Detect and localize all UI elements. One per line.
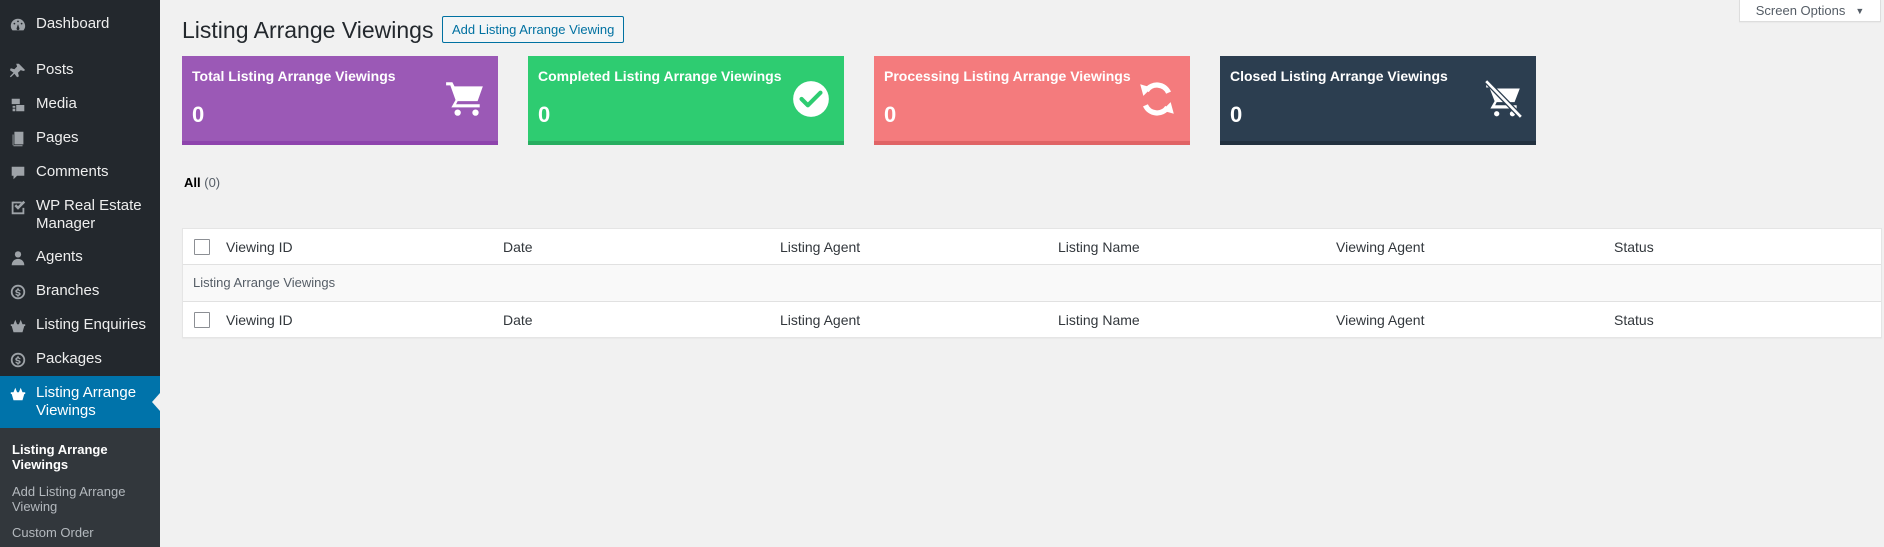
stat-card-completed: Completed Listing Arrange Viewings 0 — [528, 56, 844, 145]
checklist-icon — [0, 197, 36, 216]
sidebar-item-label: Agents — [36, 248, 83, 265]
submenu-item-listing-arrange-viewings[interactable]: Listing Arrange Viewings — [12, 442, 152, 472]
stat-card-processing: Processing Listing Arrange Viewings 0 — [874, 56, 1190, 145]
sidebar-item-comments[interactable]: Comments — [0, 163, 160, 182]
column-header-date[interactable]: Date — [503, 239, 533, 256]
current-menu-arrow — [152, 393, 160, 411]
stat-card-title: Total Listing Arrange Viewings — [192, 68, 396, 84]
status-filter: All (0) — [184, 175, 220, 190]
basket-icon — [0, 316, 36, 335]
sidebar-item-packages[interactable]: Packages — [0, 350, 160, 369]
sidebar-item-label: Posts — [36, 61, 74, 78]
sidebar-item-label: Comments — [36, 163, 109, 180]
sidebar-item-label: Branches — [36, 282, 100, 299]
dashboard-icon — [0, 15, 36, 34]
table-header-row: Viewing ID Date Listing Agent Listing Na… — [183, 229, 1881, 265]
column-header-listing-name[interactable]: Listing Name — [1058, 239, 1140, 256]
basket-icon — [0, 384, 36, 403]
column-header-listing-agent[interactable]: Listing Agent — [780, 239, 860, 256]
submenu-item-add-listing-arrange-viewing[interactable]: Add Listing Arrange Viewing — [12, 484, 152, 514]
sidebar-item-wp-real-estate-manager[interactable]: WP Real Estate Manager — [0, 197, 160, 233]
viewings-table: Viewing ID Date Listing Agent Listing Na… — [182, 228, 1882, 338]
sidebar-item-pages[interactable]: Pages — [0, 129, 160, 148]
table-empty-row: Listing Arrange Viewings — [183, 265, 1881, 301]
stat-card-count: 0 — [192, 102, 205, 127]
sidebar-item-listing-arrange-viewings[interactable]: Listing Arrange Viewings — [0, 376, 160, 428]
sidebar-item-agents[interactable]: Agents — [0, 248, 160, 267]
user-icon — [0, 248, 36, 267]
page-title: Listing Arrange Viewings — [182, 17, 434, 43]
sidebar-item-listing-enquiries[interactable]: Listing Enquiries — [0, 316, 160, 335]
column-footer-status[interactable]: Status — [1614, 312, 1654, 329]
column-footer-listing-name[interactable]: Listing Name — [1058, 312, 1140, 329]
stat-card-closed: Closed Listing Arrange Viewings 0 — [1220, 56, 1536, 145]
table-footer-row: Viewing ID Date Listing Agent Listing Na… — [183, 301, 1881, 338]
column-footer-listing-agent[interactable]: Listing Agent — [780, 312, 860, 329]
stat-card-count: 0 — [884, 102, 897, 127]
screen-options-button[interactable]: Screen Options ▼ — [1739, 0, 1881, 22]
admin-sidebar: Dashboard Posts Media Pages Comments WP … — [0, 0, 160, 547]
sidebar-item-label: Media — [36, 95, 77, 112]
cart-off-icon — [1482, 78, 1524, 120]
column-footer-viewing-agent[interactable]: Viewing Agent — [1336, 312, 1424, 329]
column-header-viewing-agent[interactable]: Viewing Agent — [1336, 239, 1424, 256]
column-header-viewing-id[interactable]: Viewing ID — [226, 239, 293, 256]
comment-icon — [0, 163, 36, 182]
sidebar-item-label: WP Real Estate Manager — [36, 197, 142, 232]
sidebar-item-posts[interactable]: Posts — [0, 61, 160, 80]
refresh-icon — [1136, 78, 1178, 120]
coin-icon — [0, 350, 36, 369]
sidebar-item-label: Packages — [36, 350, 102, 367]
submenu-item-custom-order[interactable]: Custom Order — [12, 525, 152, 540]
checkmark-circle-icon — [790, 78, 832, 120]
stat-card-title: Processing Listing Arrange Viewings — [884, 68, 1131, 84]
empty-message: Listing Arrange Viewings — [193, 275, 336, 290]
stat-card-title: Closed Listing Arrange Viewings — [1230, 68, 1448, 84]
column-footer-viewing-id[interactable]: Viewing ID — [226, 312, 293, 329]
stat-card-title: Completed Listing Arrange Viewings — [538, 68, 782, 84]
sidebar-item-dashboard[interactable]: Dashboard — [0, 15, 160, 34]
sidebar-submenu: Listing Arrange Viewings Add Listing Arr… — [0, 428, 160, 547]
filter-all-count: (0) — [204, 175, 221, 190]
stat-card-count: 0 — [1230, 102, 1243, 127]
pushpin-icon — [0, 61, 36, 80]
sidebar-item-label: Dashboard — [36, 15, 110, 32]
select-all-checkbox[interactable] — [194, 239, 210, 255]
stat-card-total: Total Listing Arrange Viewings 0 — [182, 56, 498, 145]
screen-options-label: Screen Options — [1755, 3, 1846, 18]
sidebar-item-label: Listing Arrange Viewings — [36, 384, 137, 419]
sidebar-item-label: Listing Enquiries — [36, 316, 147, 333]
column-footer-date[interactable]: Date — [503, 312, 533, 329]
filter-all-link[interactable]: All — [184, 175, 201, 190]
sidebar-item-label: Pages — [36, 129, 79, 146]
pages-icon — [0, 129, 36, 148]
column-header-status[interactable]: Status — [1614, 239, 1654, 256]
cart-icon — [444, 78, 486, 120]
select-all-checkbox-footer[interactable] — [194, 312, 210, 328]
sidebar-item-branches[interactable]: Branches — [0, 282, 160, 301]
coin-icon — [0, 282, 36, 301]
sidebar-item-media[interactable]: Media — [0, 95, 160, 114]
media-icon — [0, 95, 36, 114]
caret-down-icon: ▼ — [1855, 5, 1865, 16]
add-new-button[interactable]: Add Listing Arrange Viewing — [442, 16, 625, 43]
stat-card-count: 0 — [538, 102, 551, 127]
